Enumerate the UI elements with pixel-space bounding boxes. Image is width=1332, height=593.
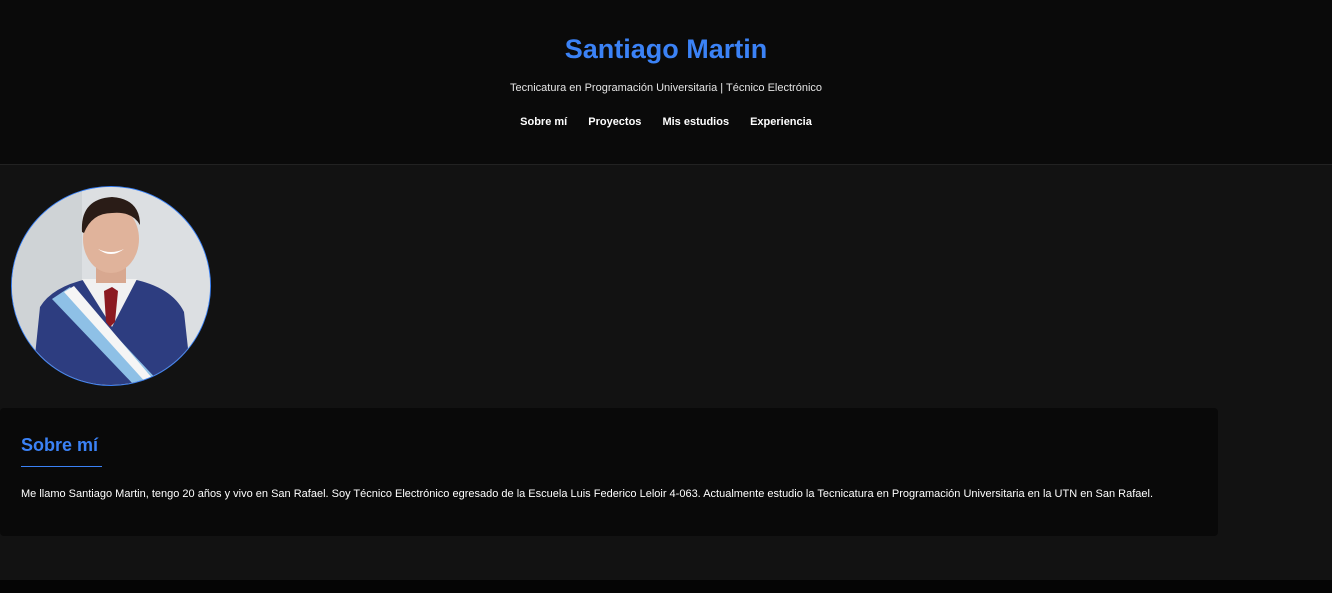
footer-strip bbox=[0, 580, 1332, 593]
nav-link-experiencia[interactable]: Experiencia bbox=[750, 116, 812, 128]
nav-link-sobre-mi[interactable]: Sobre mí bbox=[520, 116, 567, 128]
site-header: Santiago Martin Tecnicatura en Programac… bbox=[0, 0, 1332, 165]
site-title: Santiago Martin bbox=[564, 34, 768, 64]
site-subtitle: Tecnicatura en Programación Universitari… bbox=[509, 82, 823, 94]
profile-photo-illustration bbox=[12, 187, 210, 385]
about-title-underline bbox=[21, 466, 102, 467]
about-text: Me llamo Santiago Martin, tengo 20 años … bbox=[21, 488, 1153, 500]
main-content: Sobre mí Me llamo Santiago Martin, tengo… bbox=[0, 165, 1332, 580]
nav-link-mis-estudios[interactable]: Mis estudios bbox=[662, 116, 729, 128]
about-title: Sobre mí bbox=[21, 435, 99, 455]
profile-photo bbox=[11, 186, 211, 386]
about-section: Sobre mí Me llamo Santiago Martin, tengo… bbox=[0, 408, 1218, 536]
main-nav: Sobre mí Proyectos Mis estudios Experien… bbox=[0, 116, 1332, 128]
nav-link-proyectos[interactable]: Proyectos bbox=[588, 116, 641, 128]
